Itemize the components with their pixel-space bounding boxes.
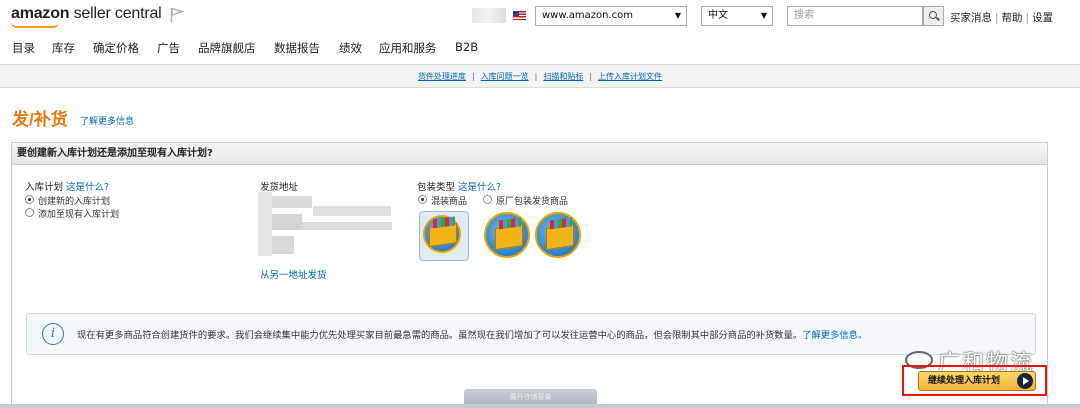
address-label: 发货地址 [260, 182, 299, 193]
plan-label: 入库计划 这是什么? [25, 182, 110, 193]
case-pack-alt-icon[interactable] [535, 212, 581, 258]
subnav-inbound-problems[interactable]: 入库问题一览 [481, 72, 529, 81]
radio-selected-icon [25, 195, 34, 204]
dropdown-arrow-icon: ▼ [760, 11, 767, 20]
continue-to-shipping-plan-button[interactable]: 继续处理入库计划 [918, 371, 1036, 391]
bottom-bar [0, 404, 1080, 408]
language-select[interactable]: 中文 ▼ [701, 6, 773, 26]
info-message: 现在有更多商品符合创建货件的要求。我们会继续集中能力优先处理买家目前最急需的商品… [77, 330, 868, 341]
settings-link[interactable]: 设置 [1032, 12, 1053, 24]
nav-item-b2b[interactable]: B2B [455, 40, 478, 54]
radio-unselected-icon [25, 208, 34, 217]
nav-item-stores[interactable]: 品牌旗舰店 [198, 40, 256, 56]
shipping-plan-panel: 要创建新入库计划还是添加至现有入库计划? [11, 142, 1048, 408]
flag-icon[interactable] [170, 7, 184, 23]
radio-selected-icon [418, 195, 427, 204]
sub-nav: 货件处理进度 | 入库问题一览 | 扫描和贴标 | 上传入库计划文件 [0, 64, 1080, 88]
radio-individual-products[interactable]: 混装商品 [418, 194, 467, 207]
dropdown-arrow-icon: ▼ [674, 11, 681, 20]
radio-add-existing-plan[interactable]: 添加至现有入库计划 [25, 207, 119, 220]
us-flag-icon [513, 11, 526, 20]
page-title: 发/补货 [12, 110, 68, 129]
info-learn-more-link[interactable]: 了解更多信息。 [802, 330, 867, 341]
learn-more-link[interactable]: 了解更多信息 [80, 114, 134, 127]
top-links: 买家消息 | 帮助 | 设置 [950, 12, 1054, 24]
account-name-blurred [472, 8, 506, 23]
nav-item-pricing[interactable]: 确定价格 [93, 40, 139, 56]
ship-from-another-address-link[interactable]: 从另一地址发货 [260, 267, 327, 281]
info-alert: i 现在有更多商品符合创建货件的要求。我们会继续集中能力优先处理买家目前最急需的… [26, 313, 1036, 355]
seller-central-logo[interactable]: amazon seller central [11, 5, 162, 23]
radio-case-packed-products[interactable]: 原厂包装发货商品 [483, 194, 568, 207]
help-link[interactable]: 帮助 [1002, 12, 1023, 24]
nav-item-inventory[interactable]: 库存 [52, 40, 75, 56]
case-pack-icon[interactable] [484, 212, 530, 258]
marketplace-select[interactable]: www.amazon.com ▼ [535, 6, 687, 26]
search-input[interactable]: 搜索 [787, 6, 923, 26]
ship-from-address-blurred [258, 192, 393, 256]
amazon-smile-icon [11, 22, 59, 28]
info-icon: i [42, 323, 64, 345]
panel-heading: 要创建新入库计划还是添加至现有入库计划? [12, 143, 1047, 165]
buyer-messages-link[interactable]: 买家消息 [950, 12, 992, 24]
subnav-scan-and-label[interactable]: 扫描和贴标 [543, 72, 583, 81]
packing-help-link[interactable]: 这是什么? [458, 182, 501, 193]
search-icon[interactable] [923, 6, 944, 26]
nav-item-performance[interactable]: 绩效 [339, 40, 362, 56]
plan-help-link[interactable]: 这是什么? [66, 182, 109, 193]
nav-item-apps[interactable]: 应用和服务 [379, 40, 437, 56]
nav-item-catalog[interactable]: 目录 [12, 40, 35, 56]
nav-item-advertising[interactable]: 广告 [157, 40, 180, 56]
mixed-box-icon[interactable] [419, 211, 469, 261]
continue-highlight-box: 继续处理入库计划 [902, 365, 1047, 396]
top-bar: amazon seller central www.amazon.com ▼ 中文… [0, 0, 1080, 34]
packing-type-label: 包装类型 这是什么? [417, 182, 502, 193]
radio-create-new-plan[interactable]: 创建新的入库计划 [25, 194, 110, 207]
nav-item-reports[interactable]: 数据报告 [274, 40, 320, 56]
subnav-shipment-queue[interactable]: 货件处理进度 [418, 72, 466, 81]
subnav-upload-plan-file[interactable]: 上传入库计划文件 [598, 72, 662, 81]
radio-unselected-icon [483, 195, 492, 204]
play-arrow-icon [1017, 373, 1033, 389]
